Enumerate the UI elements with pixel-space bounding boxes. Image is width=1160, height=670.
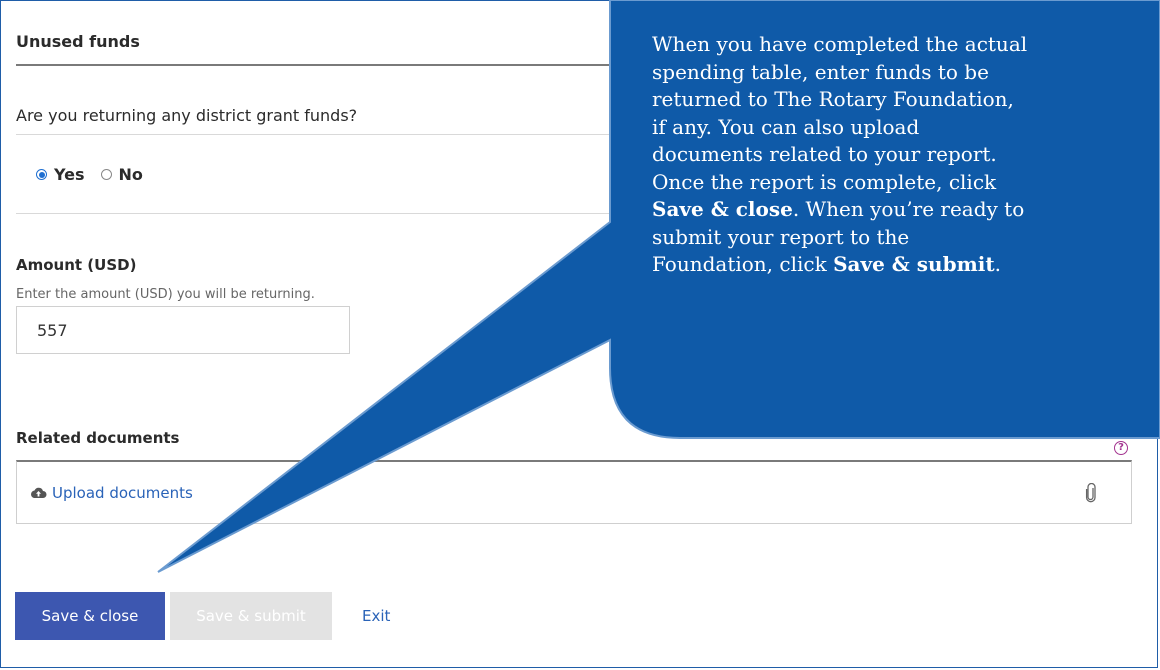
save-submit-button[interactable]: Save & submit: [170, 592, 332, 640]
paperclip-icon[interactable]: [1085, 483, 1097, 503]
callout-line-rest: . When you’re ready to: [792, 197, 1025, 221]
callout-line: submit your report to the: [652, 224, 910, 249]
amount-label: Amount (USD): [16, 256, 137, 274]
callout-line: documents related to your report.: [652, 142, 997, 166]
radio-yes[interactable]: Yes: [36, 165, 85, 184]
callout-line: if any. You can also upload: [652, 114, 920, 139]
radio-yes-label: Yes: [54, 165, 85, 184]
upload-documents-bar: Upload documents: [16, 460, 1132, 524]
save-close-button[interactable]: Save & close: [15, 592, 165, 640]
radio-no-indicator[interactable]: [100, 169, 112, 180]
unused-funds-heading: Unused funds: [16, 32, 140, 51]
radio-no[interactable]: No: [100, 165, 143, 184]
amount-help-text: Enter the amount (USD) you will be retur…: [16, 287, 315, 302]
callout-line: When you have completed the actual: [652, 32, 1028, 56]
related-documents-heading: Related documents: [16, 429, 180, 447]
callout-line: Once the report is complete, click: [652, 169, 997, 194]
callout-line-end: .: [994, 252, 1001, 276]
callout-line: returned to The Rotary Foundation,: [652, 87, 1014, 111]
cloud-upload-icon: [31, 487, 47, 498]
callout-save-submit-emphasis: Save & submit: [833, 252, 995, 276]
amount-input[interactable]: [16, 306, 350, 354]
radio-no-label: No: [118, 165, 143, 184]
callout-save-close-emphasis: Save & close: [652, 197, 793, 221]
return-funds-question: Are you returning any district grant fun…: [16, 106, 358, 125]
return-funds-radio-group: Yes No: [36, 165, 159, 184]
upload-documents-link[interactable]: Upload documents: [30, 484, 193, 502]
callout-text: When you have completed the actual spend…: [652, 31, 1160, 279]
callout-line-start: Foundation, click: [652, 252, 834, 276]
upload-documents-label: Upload documents: [52, 483, 193, 502]
help-icon[interactable]: ?: [1114, 441, 1128, 455]
callout-line: spending table, enter funds to be: [652, 59, 989, 84]
callout-line: Foundation, click Save & submit.: [652, 251, 1160, 279]
callout-line: Save & close. When you’re ready to: [652, 196, 1160, 224]
radio-yes-indicator[interactable]: [36, 169, 47, 180]
exit-link[interactable]: Exit: [362, 607, 390, 625]
